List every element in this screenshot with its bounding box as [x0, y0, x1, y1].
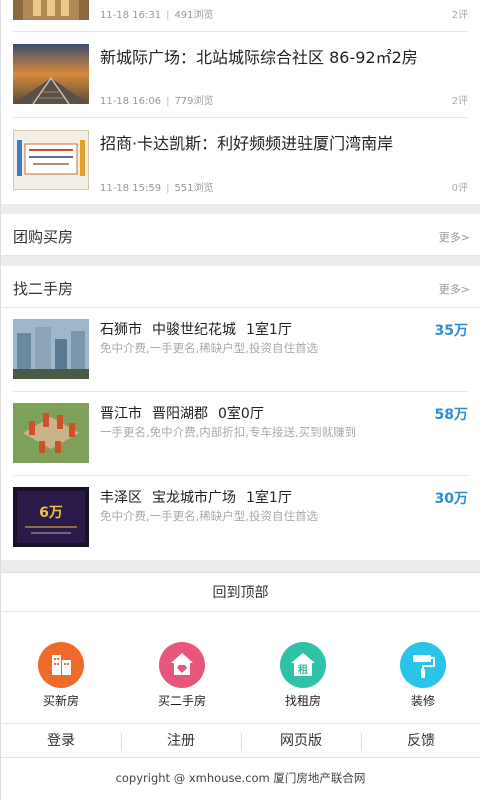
house-price: 58万 — [434, 407, 468, 423]
quick-nav-decoration[interactable]: 装修 — [378, 642, 468, 709]
rent-icon-glyph: 租 — [298, 663, 308, 676]
news-meta: 11-18 16:31 | 491浏览 — [100, 10, 214, 21]
news-comment-count: 0评 — [451, 183, 468, 194]
news-date: 11-18 15:59 — [100, 183, 162, 194]
section-gap — [0, 256, 480, 266]
news-comment-count: 2评 — [451, 10, 468, 21]
news-title: 新城际广场：北站城际综合社区 86-92㎡2房 — [100, 48, 418, 67]
house-district: 晋江市 — [100, 406, 142, 422]
quick-nav-new-house[interactable]: 买新房 — [16, 642, 106, 709]
section-gap — [0, 560, 480, 572]
house-title: 丰泽区 宝龙城市广场 1室1厅 — [100, 487, 302, 507]
house-price: 35万 — [434, 323, 468, 339]
house-listing[interactable]: 石狮市 中骏世纪花城 1室1厅 免中介费,一手更名,稀缺户型,投资自住首选 35万 — [13, 308, 468, 392]
register-link[interactable]: 注册 — [121, 724, 241, 758]
house-layout: 1室1厅 — [246, 322, 292, 338]
paint-roller-icon — [400, 642, 446, 688]
house-estate: 宝龙城市广场 — [152, 490, 236, 506]
house-thumbnail — [13, 319, 89, 379]
news-meta: 11-18 15:59 | 551浏览 — [100, 183, 214, 194]
web-version-link[interactable]: 网页版 — [241, 724, 361, 758]
back-to-top-button[interactable]: 回到顶部 — [0, 572, 480, 612]
second-hand-list: 石狮市 中骏世纪花城 1室1厅 免中介费,一手更名,稀缺户型,投资自住首选 35万 … — [0, 308, 480, 560]
house-description: 一手更名,免中介费,内部折扣,专车接送,买到就赚到 — [100, 425, 357, 439]
house-estate: 晋阳湖郡 — [152, 406, 208, 422]
quick-nav: 买新房 买二手房 租 找租房 装修 — [0, 612, 480, 724]
building-icon — [38, 642, 84, 688]
house-price: 30万 — [434, 491, 468, 507]
house-layout: 0室0厅 — [218, 406, 264, 422]
house-title: 石狮市 中骏世纪花城 1室1厅 — [100, 319, 302, 339]
news-list: 11-18 16:31 | 491浏览 2评 新城际广场：北站城际综合社区 86… — [0, 0, 480, 204]
group-buy-header: 团购买房 更多> — [0, 214, 480, 256]
news-item[interactable]: 11-18 16:31 | 491浏览 2评 — [13, 0, 468, 32]
group-buy-title: 团购买房 — [13, 228, 74, 246]
house-district: 石狮市 — [100, 322, 142, 338]
group-buy-more-link[interactable]: 更多> — [439, 229, 470, 245]
news-thumbnail — [13, 0, 89, 20]
quick-nav-label: 找租房 — [284, 694, 321, 708]
thumb-promo-text: 6万 — [39, 505, 63, 521]
quick-nav-rent[interactable]: 租 找租房 — [258, 642, 348, 709]
login-link[interactable]: 登录 — [1, 724, 121, 758]
quick-nav-label: 装修 — [410, 694, 435, 708]
news-views: 779浏览 — [174, 96, 214, 107]
news-views: 551浏览 — [174, 183, 214, 194]
news-date: 11-18 16:31 — [100, 10, 162, 21]
house-estate: 中骏世纪花城 — [152, 322, 236, 338]
section-gap — [0, 204, 480, 214]
house-layout: 1室1厅 — [246, 490, 292, 506]
house-thumbnail — [13, 403, 89, 463]
news-item[interactable]: 新城际广场：北站城际综合社区 86-92㎡2房 11-18 16:06 | 779浏… — [13, 32, 468, 118]
second-hand-more-link[interactable]: 更多> — [439, 281, 470, 297]
house-description: 免中介费,一手更名,稀缺户型,投资自住首选 — [100, 341, 318, 355]
house-title: 晋江市 晋阳湖郡 0室0厅 — [100, 403, 274, 423]
news-title: 招商·卡达凯斯：利好频频进驻厦门湾南岸 — [100, 134, 394, 153]
house-district: 丰泽区 — [100, 490, 142, 506]
house-description: 免中介费,一手更名,稀缺户型,投资自住首选 — [100, 509, 318, 523]
quick-nav-second-hand[interactable]: 买二手房 — [137, 642, 227, 709]
news-views: 491浏览 — [174, 10, 214, 21]
house-listing[interactable]: 晋江市 晋阳湖郡 0室0厅 一手更名,免中介费,内部折扣,专车接送,买到就赚到 58… — [13, 392, 468, 476]
news-meta: 11-18 16:06 | 779浏览 — [100, 96, 214, 107]
news-comment-count: 2评 — [451, 96, 468, 107]
footer-links: 登录 注册 网页版 反馈 — [0, 724, 480, 758]
rent-house-icon: 租 — [280, 642, 326, 688]
quick-nav-label: 买二手房 — [157, 694, 206, 708]
house-icon — [159, 642, 205, 688]
house-listing[interactable]: 6万 丰泽区 宝龙城市广场 1室1厅 免中介费,一手更名,稀缺户型,投资自住首选 3… — [13, 476, 468, 560]
feedback-link[interactable]: 反馈 — [361, 724, 480, 758]
news-date: 11-18 16:06 — [100, 96, 162, 107]
news-thumbnail — [13, 44, 89, 104]
second-hand-title: 找二手房 — [13, 280, 74, 298]
quick-nav-label: 买新房 — [42, 694, 79, 708]
second-hand-header: 找二手房 更多> — [0, 266, 480, 308]
house-thumbnail: 6万 — [13, 487, 89, 547]
copyright: copyright @ xmhouse.com 厦门房地产联合网 — [0, 758, 480, 800]
news-thumbnail — [13, 130, 89, 190]
news-item[interactable]: 招商·卡达凯斯：利好频频进驻厦门湾南岸 11-18 15:59 | 551浏览 0评 — [13, 118, 468, 204]
